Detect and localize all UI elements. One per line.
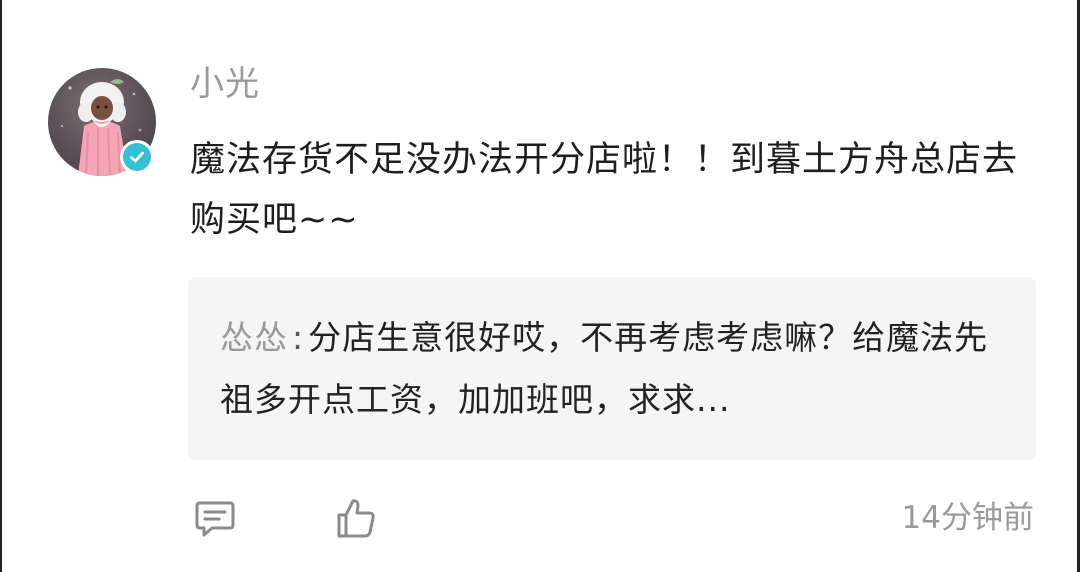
reply-content: 怂怂: 分店生意很好哎，不再考虑考虑嘛？给魔法先祖多开点工资，加加班吧，求求... — [220, 307, 1004, 431]
reply-preview[interactable]: 怂怂: 分店生意很好哎，不再考虑考虑嘛？给魔法先祖多开点工资，加加班吧，求求... — [188, 277, 1036, 460]
verified-badge — [120, 140, 154, 174]
comment-screen: 小光 魔法存货不足没办法开分店啦！！到暮土方舟总店去购买吧~~ 怂怂: 分店生意很… — [0, 0, 1080, 572]
thumbs-up-icon — [337, 499, 375, 538]
comment-button[interactable] — [191, 494, 239, 542]
like-button[interactable] — [332, 494, 380, 542]
verified-check-icon — [123, 143, 151, 171]
reply-text: 分店生意很好哎，不再考虑考虑嘛？给魔法先祖多开点工资，加加班吧，求求... — [220, 318, 989, 419]
reply-separator: : — [292, 318, 305, 357]
timestamp: 14分钟前 — [901, 500, 1034, 536]
comment-text: 魔法存货不足没办法开分店啦！！到暮土方舟总店去购买吧~~ — [190, 140, 1019, 240]
username[interactable]: 小光 — [190, 62, 260, 106]
reply-author[interactable]: 怂怂 — [220, 318, 288, 357]
left-border — [0, 0, 2, 572]
comment-icon — [195, 501, 235, 537]
